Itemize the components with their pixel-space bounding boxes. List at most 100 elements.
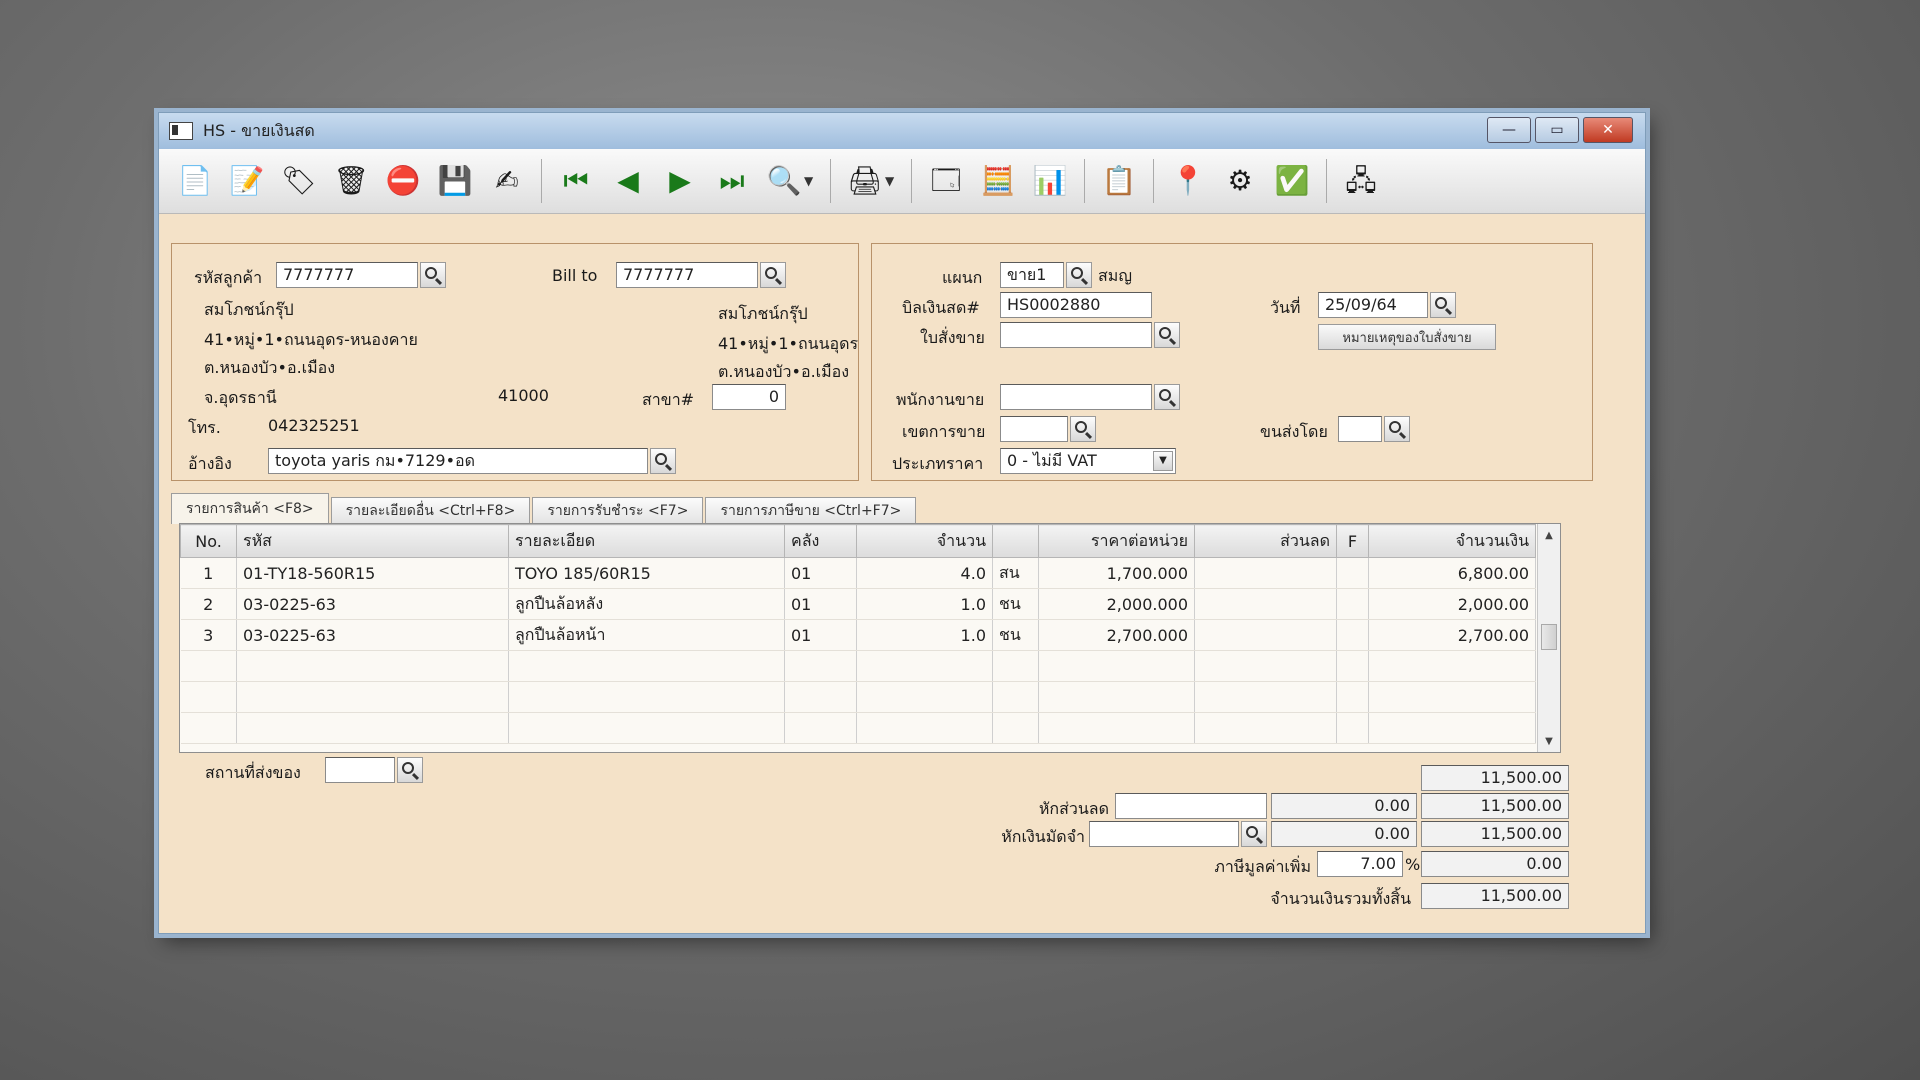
empty-row[interactable] [180,650,1536,682]
title-bar[interactable]: HS - ขายเงินสด — ▭ ✕ [159,113,1645,149]
tab-items[interactable]: รายการสินค้า <F8> [171,493,329,524]
cell-unit: ชน [992,619,1039,651]
customer-code-input[interactable]: 7777777 [276,262,418,288]
department-input[interactable]: ขาย1 [1000,262,1064,288]
bill-to-search-button[interactable] [760,262,786,288]
cell-code: 03-0225-63 [236,588,509,620]
sales-zone-search-button[interactable] [1070,416,1096,442]
cell-f [1336,588,1369,620]
salesman-input[interactable] [1000,384,1152,410]
date-input[interactable]: 25/09/64 [1318,292,1428,318]
shipping-by-search-button[interactable] [1384,416,1410,442]
column-header-quantity[interactable]: จำนวน [856,524,993,558]
after-discount-value: 11,500.00 [1421,793,1569,819]
discount-input[interactable] [1115,793,1267,819]
sales-window: HS - ขายเงินสด — ▭ ✕ 📄 📝 🏷 🗑 ⛔ 💾 ✍ ⏮ ◀ ▶… [158,112,1646,934]
ship-place-search-button[interactable] [397,757,423,783]
search-icon [765,267,777,279]
first-record-icon[interactable]: ⏮ [554,159,598,203]
scroll-down-icon[interactable]: ▼ [1540,732,1558,750]
trash-icon[interactable]: 🗑 [329,159,373,203]
invoice-icon[interactable]: 📊 [1028,159,1072,203]
cell-amount: 2,000.00 [1368,588,1536,620]
toolbar-separator [1153,159,1154,203]
new-doc-icon[interactable]: 📄 [173,159,217,203]
salesman-label: พนักงานขาย [896,390,985,409]
customer-code-search-button[interactable] [420,262,446,288]
scroll-thumb[interactable] [1541,624,1557,650]
bill-to-input[interactable]: 7777777 [616,262,758,288]
price-type-select[interactable]: 0 - ไม่มี VAT ▼ [1000,448,1176,474]
reference-search-button[interactable] [650,448,676,474]
items-table: No. รหัส รายละเอียด คลัง จำนวน ราคาต่อหน… [180,524,1536,744]
tab-other-details[interactable]: รายละเอียดอื่น <Ctrl+F8> [330,497,531,524]
salesman-search-button[interactable] [1154,384,1180,410]
sales-order-input[interactable] [1000,322,1152,348]
branch-input[interactable]: 0 [712,384,786,410]
empty-row[interactable] [180,681,1536,713]
export-icon[interactable]: 🗔 [924,159,968,203]
print-icon[interactable]: 🖨 [843,159,887,203]
sales-order-search-button[interactable] [1154,322,1180,348]
cancel-icon[interactable]: ⛔ [381,159,425,203]
print-dropdown-arrow-icon[interactable]: ▼ [885,174,897,188]
chevron-down-icon[interactable]: ▼ [1153,451,1173,471]
last-record-icon[interactable]: ⏭ [710,159,754,203]
date-picker-button[interactable] [1430,292,1456,318]
prev-record-icon[interactable]: ◀ [606,159,650,203]
tab-sales-tax[interactable]: รายการภาษีขาย <Ctrl+F7> [705,497,917,524]
network-icon[interactable]: 🖧 [1339,159,1383,203]
deposit-search-button[interactable] [1241,821,1267,847]
approve-icon[interactable]: ✍ [485,159,529,203]
table-row[interactable]: 3 03-0225-63 ลูกปืนล้อหน้า 01 1.0 ชน 2,7… [180,619,1536,651]
column-header-warehouse[interactable]: คลัง [784,524,857,558]
scroll-up-icon[interactable]: ▲ [1540,526,1558,544]
table-row[interactable]: 1 01-TY18-560R15 TOYO 185/60R15 01 4.0 ส… [180,557,1536,589]
ok-doc-icon[interactable]: ✅ [1270,159,1314,203]
column-header-no[interactable]: No. [180,524,237,558]
column-header-unit-price[interactable]: ราคาต่อหน่วย [1038,524,1195,558]
next-record-icon[interactable]: ▶ [658,159,702,203]
column-header-unit[interactable] [992,524,1039,558]
department-search-button[interactable] [1066,262,1092,288]
reprint-icon[interactable]: 📋 [1097,159,1141,203]
edit-icon[interactable]: 📝 [225,159,269,203]
void-icon[interactable]: 🏷 [277,159,321,203]
save-icon[interactable]: 💾 [433,159,477,203]
grid-vertical-scrollbar[interactable]: ▲ ▼ [1537,524,1560,752]
tab-payments[interactable]: รายการรับชำระ <F7> [532,497,704,524]
cell-f [1336,619,1369,651]
sales-zone-input[interactable] [1000,416,1068,442]
column-header-f[interactable]: F [1336,524,1369,558]
column-header-discount[interactable]: ส่วนลด [1194,524,1337,558]
shipping-by-input[interactable] [1338,416,1382,442]
date-label: วันที่ [1270,298,1301,317]
ok-stamp-icon[interactable]: 📍 [1166,159,1210,203]
minimize-button[interactable]: — [1487,117,1531,143]
discount-value: 0.00 [1271,793,1417,819]
table-row[interactable]: 2 03-0225-63 ลูกปืนล้อหลัง 01 1.0 ชน 2,0… [180,588,1536,620]
column-header-description[interactable]: รายละเอียด [508,524,785,558]
ship-place-input[interactable] [325,757,395,783]
cell-quantity: 1.0 [856,588,993,620]
vat-rate-input[interactable]: 7.00 [1317,851,1403,877]
cell-unit-price: 2,000.000 [1038,588,1195,620]
deposit-input[interactable] [1089,821,1239,847]
calculator-icon[interactable]: 🧮 [976,159,1020,203]
empty-row[interactable] [180,712,1536,744]
bill-number-input[interactable]: HS0002880 [1000,292,1152,318]
close-button[interactable]: ✕ [1583,117,1633,143]
cell-description: ลูกปืนล้อหลัง [508,588,785,620]
column-header-code[interactable]: รหัส [236,524,509,558]
customer-address-line2: ต.หนองบัว•อ.เมือง [204,358,336,377]
toolbar-separator [1326,159,1327,203]
department-name: สมญ [1098,266,1132,285]
find-dropdown-arrow-icon[interactable]: ▼ [804,174,816,188]
column-header-amount[interactable]: จำนวนเงิน [1368,524,1536,558]
sales-order-note-button[interactable]: หมายเหตุของใบสั่งขาย [1318,324,1496,350]
tools-icon[interactable]: ⚙ [1218,159,1262,203]
grand-total-value: 11,500.00 [1421,883,1569,909]
find-icon[interactable]: 🔍 [762,159,806,203]
maximize-button[interactable]: ▭ [1535,117,1579,143]
reference-input[interactable]: toyota yaris กม•7129•อด [268,448,648,474]
